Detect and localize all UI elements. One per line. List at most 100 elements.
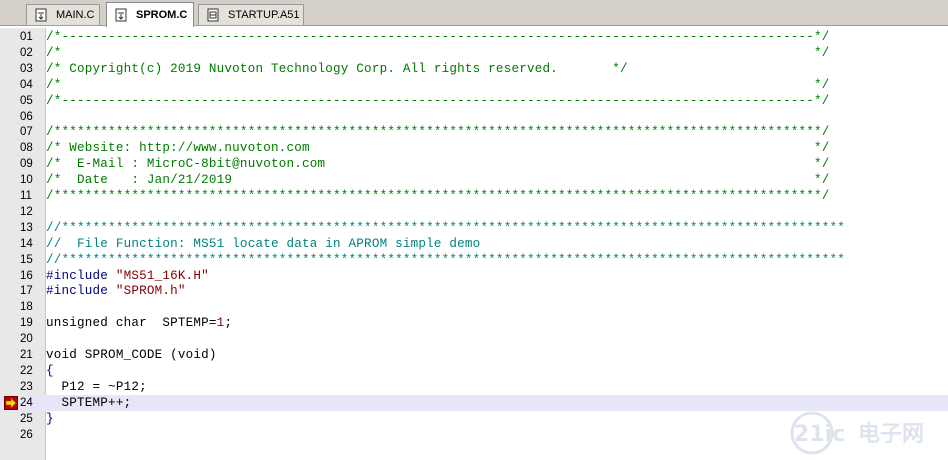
code-text: // File Function: MS51 locate data in AP… — [46, 236, 480, 252]
line-number: 03 — [20, 62, 33, 75]
code-token: P12 = ~P12; — [46, 379, 147, 394]
code-token: /* */ — [46, 77, 830, 92]
code-text: SPTEMP++; — [46, 395, 132, 411]
code-token: /***************************************… — [46, 125, 830, 140]
svg-text:21ic: 21ic — [794, 422, 845, 447]
line-number: 15 — [20, 253, 33, 266]
code-line[interactable]: 14 // File Function: MS51 locate data in … — [0, 236, 948, 252]
code-text: unsigned char SPTEMP=1; — [46, 315, 232, 331]
code-token: } — [46, 411, 54, 426]
code-token: /* */ — [46, 45, 830, 60]
tab-main-c[interactable]: MAIN.C — [26, 4, 100, 25]
asm-file-icon — [207, 8, 219, 22]
code-token: //**************************************… — [46, 252, 846, 267]
code-text: /* Copyright(c) 2019 Nuvoton Technology … — [46, 61, 628, 77]
line-number: 19 — [20, 317, 33, 330]
code-line[interactable]: 09 /* E-Mail : MicroC-8bit@nuvoton.com */ — [0, 156, 948, 172]
code-line[interactable]: 16 #include "MS51_16K.H" — [0, 268, 948, 284]
code-line[interactable]: 12 — [0, 204, 948, 220]
code-text: /* Date : Jan/21/2019 */ — [46, 172, 830, 188]
code-token: void SPROM_CODE (void) — [46, 348, 217, 362]
line-number: 05 — [20, 94, 33, 107]
code-text: /*--------------------------------------… — [46, 29, 830, 45]
line-number: 17 — [20, 285, 33, 298]
code-text: /* */ — [46, 45, 830, 61]
code-line[interactable]: 04 /* */ — [0, 77, 948, 93]
line-number: 12 — [20, 205, 33, 218]
code-line[interactable]: 15 //************************************… — [0, 252, 948, 268]
tab-label: STARTUP.A51 — [228, 9, 300, 21]
line-number: 22 — [20, 364, 33, 377]
code-line[interactable]: 07 /*************************************… — [0, 124, 948, 140]
code-token: /* Date : Jan/21/2019 */ — [46, 173, 830, 188]
code-line[interactable]: 20 — [0, 331, 948, 347]
line-number: 01 — [20, 31, 33, 43]
svg-text:电子网: 电子网 — [858, 422, 924, 447]
code-line[interactable]: 01 /*------------------------------------… — [0, 29, 948, 45]
code-token: /* Website: http://www.nuvoton.com */ — [46, 141, 830, 156]
code-text: P12 = ~P12; — [46, 379, 147, 395]
code-token: #include — [46, 268, 116, 283]
code-line[interactable]: 06 — [0, 109, 948, 125]
code-text: /***************************************… — [46, 188, 830, 204]
code-text: /* E-Mail : MicroC-8bit@nuvoton.com */ — [46, 156, 830, 172]
code-line[interactable]: 10 /* Date : Jan/21/2019 */ — [0, 172, 948, 188]
code-line[interactable]: 22 { — [0, 363, 948, 379]
line-number: 25 — [20, 412, 33, 425]
line-number: 26 — [20, 428, 33, 441]
code-token: /* Copyright(c) 2019 Nuvoton Technology … — [46, 61, 628, 76]
code-text: } — [46, 411, 54, 427]
editor-tab-bar: MAIN.C SPROM.C STARTUP.A51 — [0, 0, 948, 28]
code-token: /***************************************… — [46, 189, 830, 203]
code-text: /***************************************… — [46, 124, 830, 140]
code-text: //**************************************… — [46, 220, 845, 236]
code-text: #include "SPROM.h" — [46, 283, 186, 299]
line-number: 06 — [20, 110, 33, 123]
code-token: { — [46, 363, 54, 378]
tab-startup-a51[interactable]: STARTUP.A51 — [198, 4, 304, 25]
code-token: ; — [224, 316, 233, 331]
code-line[interactable]: 13 //************************************… — [0, 220, 948, 236]
line-number: 04 — [20, 78, 33, 91]
line-number: 13 — [20, 221, 33, 234]
code-line[interactable]: 19 unsigned char SPTEMP=1; — [0, 315, 948, 331]
execution-pointer-icon — [4, 395, 18, 410]
code-text: #include "MS51_16K.H" — [46, 268, 209, 284]
line-number: 21 — [20, 349, 33, 361]
line-number: 07 — [20, 126, 33, 139]
tab-sprom-c[interactable]: SPROM.C — [106, 2, 194, 27]
code-token: /* E-Mail : MicroC-8bit@nuvoton.com */ — [46, 157, 830, 172]
code-token: /*--------------------------------------… — [46, 30, 830, 44]
code-line[interactable]: 23 P12 = ~P12; — [0, 379, 948, 395]
code-line[interactable]: 11 /*************************************… — [0, 188, 948, 204]
line-number: 09 — [20, 158, 33, 171]
code-line[interactable]: 24 SPTEMP++; — [0, 394, 948, 411]
code-text: void SPROM_CODE (void) — [46, 347, 217, 363]
code-token: "SPROM.h" — [115, 284, 186, 299]
tab-label: MAIN.C — [56, 9, 95, 21]
line-number: 11 — [20, 190, 32, 202]
line-number: 24 — [20, 396, 33, 409]
code-token: /*--------------------------------------… — [46, 93, 830, 108]
watermark-logo: 21ic 电子网 — [790, 411, 924, 455]
code-line[interactable]: 21 void SPROM_CODE (void) — [0, 347, 948, 363]
code-line[interactable]: 03 /* Copyright(c) 2019 Nuvoton Technolog… — [0, 61, 948, 77]
code-line[interactable]: 05 /*------------------------------------… — [0, 93, 948, 109]
code-token: // File Function: MS51 locate data in AP… — [46, 236, 481, 251]
c-file-icon — [115, 8, 127, 22]
code-line[interactable]: 02 /* */ — [0, 45, 948, 61]
code-line[interactable]: 17 #include "SPROM.h" — [0, 283, 948, 299]
code-token: unsigned char SPTEMP= — [46, 316, 217, 331]
c-file-icon — [35, 8, 47, 22]
code-text: { — [46, 363, 54, 379]
line-number: 02 — [20, 46, 33, 59]
code-token: "MS51_16K.H" — [115, 268, 209, 283]
tab-label: SPROM.C — [136, 9, 188, 21]
line-number: 20 — [20, 333, 33, 346]
code-text: /*--------------------------------------… — [46, 93, 830, 109]
code-text: /* */ — [46, 77, 830, 93]
code-line[interactable]: 08 /* Website: http://www.nuvoton.com */ — [0, 140, 948, 156]
line-number: 16 — [20, 269, 33, 282]
code-line[interactable]: 18 — [0, 299, 948, 315]
line-number: 08 — [20, 142, 33, 155]
